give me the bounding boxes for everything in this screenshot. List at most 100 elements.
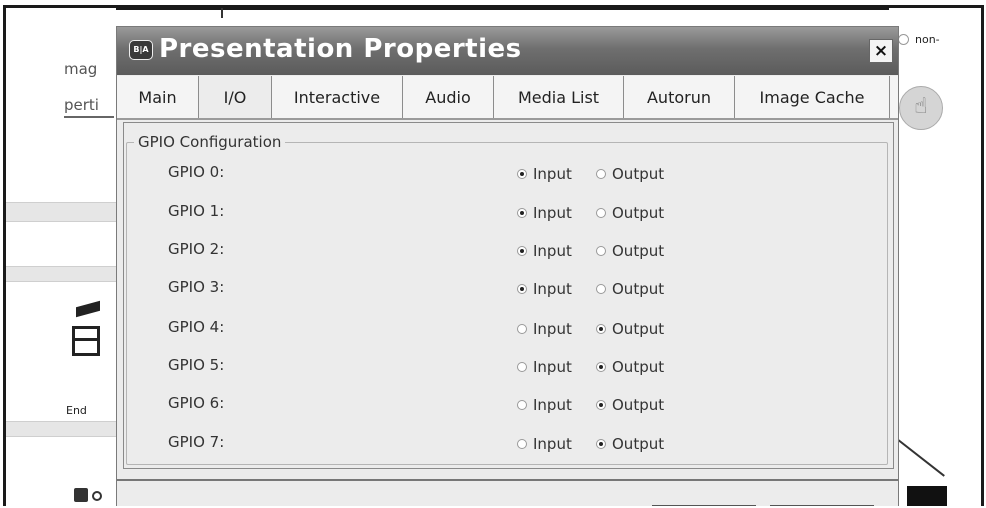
radio-label: Input [533,204,572,222]
gpio-output-radio[interactable]: Output [596,396,664,414]
radio-label: Input [533,165,572,183]
ok-button[interactable] [652,505,756,506]
gpio-output-radio[interactable]: Output [596,242,664,260]
radio-button-icon [596,246,606,256]
dialog-footer-divider [117,479,898,481]
tab-io[interactable]: I/O [199,76,272,118]
tab-label: Image Cache [759,87,865,107]
gpio-output-radio[interactable]: Output [596,435,664,453]
tab-main[interactable]: Main [117,76,199,118]
radio-button-icon [517,439,527,449]
radio-label: Output [612,204,665,222]
gpio-label: GPIO 1: [168,202,225,220]
radio-button-icon [517,362,527,372]
gpio-output-radio[interactable]: Output [596,204,664,222]
bg-label-properties: perti [64,96,99,114]
gpio-input-radio[interactable]: Input [517,320,572,338]
radio-button-icon [517,400,527,410]
gpio-output-radio[interactable]: Output [596,280,664,298]
gpio-label: GPIO 5: [168,356,225,374]
radio-button-icon [517,208,527,218]
radio-button-icon [596,362,606,372]
presentation-properties-dialog: B|A Presentation Properties × Main I/O I… [116,26,899,506]
dialog-title: Presentation Properties [159,34,522,64]
gpio-label: GPIO 4: [168,318,225,336]
radio-label: Input [533,242,572,260]
radio-label: Output [612,358,665,376]
radio-button-icon [517,324,527,334]
tab-audio[interactable]: Audio [403,76,494,118]
tab-label: Audio [425,87,471,107]
bg-non-label: non- [915,33,940,46]
bg-non-option[interactable]: non- [898,33,940,46]
tab-label: Autorun [646,87,711,107]
gpio-configuration-group [126,142,888,465]
screen-frame: mag perti End non- ☝ B|A Presentation Pr… [3,5,984,506]
radio-label: Output [612,280,665,298]
tab-interactive[interactable]: Interactive [272,76,403,118]
tab-label: Interactive [293,87,381,107]
dialog-titlebar[interactable]: B|A Presentation Properties × [117,27,898,75]
radio-label: Output [612,165,665,183]
tab-image-cache[interactable]: Image Cache [735,76,890,118]
bg-divider [221,8,223,18]
radio-label: Input [533,280,572,298]
gpio-group-title: GPIO Configuration [134,133,286,151]
radio-button-icon [596,400,606,410]
radio-button-icon [517,169,527,179]
radio-button-icon [596,169,606,179]
bg-label-mag: mag [64,60,98,78]
radio-label: Output [612,320,665,338]
tab-underline [117,118,898,120]
brightauthor-app-icon: B|A [129,40,153,60]
radio-label: Output [612,396,665,414]
gpio-input-radio[interactable]: Input [517,204,572,222]
io-tab-panel: GPIO Configuration GPIO 0: Input Output GPI… [123,122,894,469]
tab-media-list[interactable]: Media List [494,76,624,118]
gpio-input-radio[interactable]: Input [517,358,572,376]
gpio-label: GPIO 3: [168,278,225,296]
radio-label: Input [533,396,572,414]
top-border [6,8,981,10]
background-app-left: mag perti End [6,8,116,506]
gpio-input-radio[interactable]: Input [517,165,572,183]
radio-icon [898,34,909,45]
bg-bar-1 [6,202,116,222]
tab-label: I/O [223,87,247,107]
radio-button-icon [596,439,606,449]
background-app-right: non- ☝ [889,8,981,506]
clapper-icon[interactable] [70,300,104,360]
radio-label: Input [533,435,572,453]
gpio-input-radio[interactable]: Input [517,396,572,414]
gpio-input-radio[interactable]: Input [517,280,572,298]
gpio-label: GPIO 2: [168,240,225,258]
close-button[interactable]: × [869,39,893,63]
gpio-output-radio[interactable]: Output [596,165,664,183]
radio-button-icon [596,208,606,218]
bg-dark-object [907,486,947,506]
gpio-label: GPIO 0: [168,163,225,181]
radio-button-icon [517,284,527,294]
tab-bar: Main I/O Interactive Audio Media List Au… [117,76,898,118]
bg-label-end: End [66,404,87,417]
tab-autorun[interactable]: Autorun [624,76,735,118]
radio-label: Input [533,358,572,376]
bg-bar-2 [6,266,116,282]
bg-properties-box[interactable]: perti [64,94,114,118]
touch-hand-icon[interactable]: ☝ [899,86,943,130]
cancel-button[interactable] [770,505,874,506]
radio-button-icon [596,324,606,334]
grid-dots-icon[interactable] [74,488,104,502]
bg-diagonal-line [896,438,945,477]
tab-label: Media List [517,87,600,107]
gpio-label: GPIO 6: [168,394,225,412]
gpio-output-radio[interactable]: Output [596,358,664,376]
radio-label: Output [612,435,665,453]
gpio-label: GPIO 7: [168,433,225,451]
gpio-input-radio[interactable]: Input [517,242,572,260]
gpio-output-radio[interactable]: Output [596,320,664,338]
tab-label: Main [138,87,177,107]
gpio-input-radio[interactable]: Input [517,435,572,453]
radio-label: Input [533,320,572,338]
close-icon: × [873,41,889,61]
